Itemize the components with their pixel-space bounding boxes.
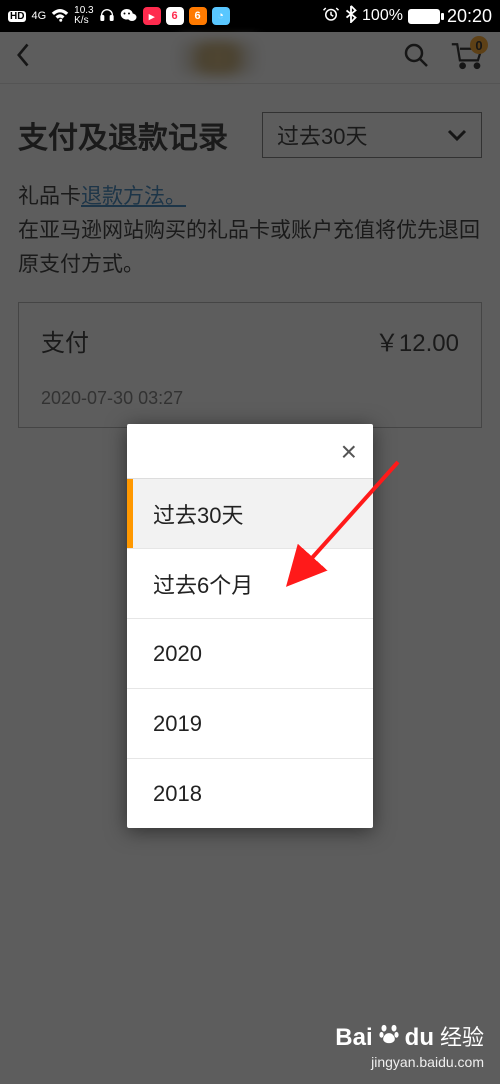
network-gen: 4G xyxy=(31,10,46,22)
date-filter-popup: × 过去30天 过去6个月 2020 2019 2018 xyxy=(127,424,373,828)
battery-icon xyxy=(408,9,440,24)
wifi-icon xyxy=(51,8,69,25)
app-icon-4: ◔ xyxy=(212,7,230,25)
filter-option-2018[interactable]: 2018 xyxy=(127,758,373,828)
bluetooth-icon xyxy=(345,5,357,28)
baidu-paw-icon xyxy=(379,1023,399,1051)
filter-option-past-6-months[interactable]: 过去6个月 xyxy=(127,548,373,618)
app-icon-2: 6 xyxy=(166,7,184,25)
filter-option-past-30-days[interactable]: 过去30天 xyxy=(127,478,373,548)
app-icon-1: ▸ xyxy=(143,7,161,25)
filter-option-2019[interactable]: 2019 xyxy=(127,688,373,758)
hd-badge: HD xyxy=(8,11,26,22)
clock-time: 20:20 xyxy=(447,6,492,27)
app-icon-3: 6 xyxy=(189,7,207,25)
watermark: Bai du 经验 jingyan.baidu.com xyxy=(335,1020,484,1070)
modal-overlay[interactable]: × 过去30天 过去6个月 2020 2019 2018 Bai du 经验 j… xyxy=(0,32,500,1084)
status-left: HD 4G 10.3 K/s ▸ 6 6 ◔ xyxy=(8,6,230,26)
battery-percent: 100% xyxy=(362,7,403,25)
net-speed: 10.3 K/s xyxy=(74,6,93,26)
status-right: 100% 20:20 xyxy=(322,5,492,28)
wechat-icon xyxy=(120,7,138,26)
headphones-icon xyxy=(99,7,115,26)
close-icon: × xyxy=(341,436,357,468)
alarm-icon xyxy=(322,5,340,28)
filter-option-2020[interactable]: 2020 xyxy=(127,618,373,688)
popup-close-button[interactable]: × xyxy=(127,432,373,478)
status-bar: HD 4G 10.3 K/s ▸ 6 6 ◔ 100% 20:20 xyxy=(0,0,500,32)
